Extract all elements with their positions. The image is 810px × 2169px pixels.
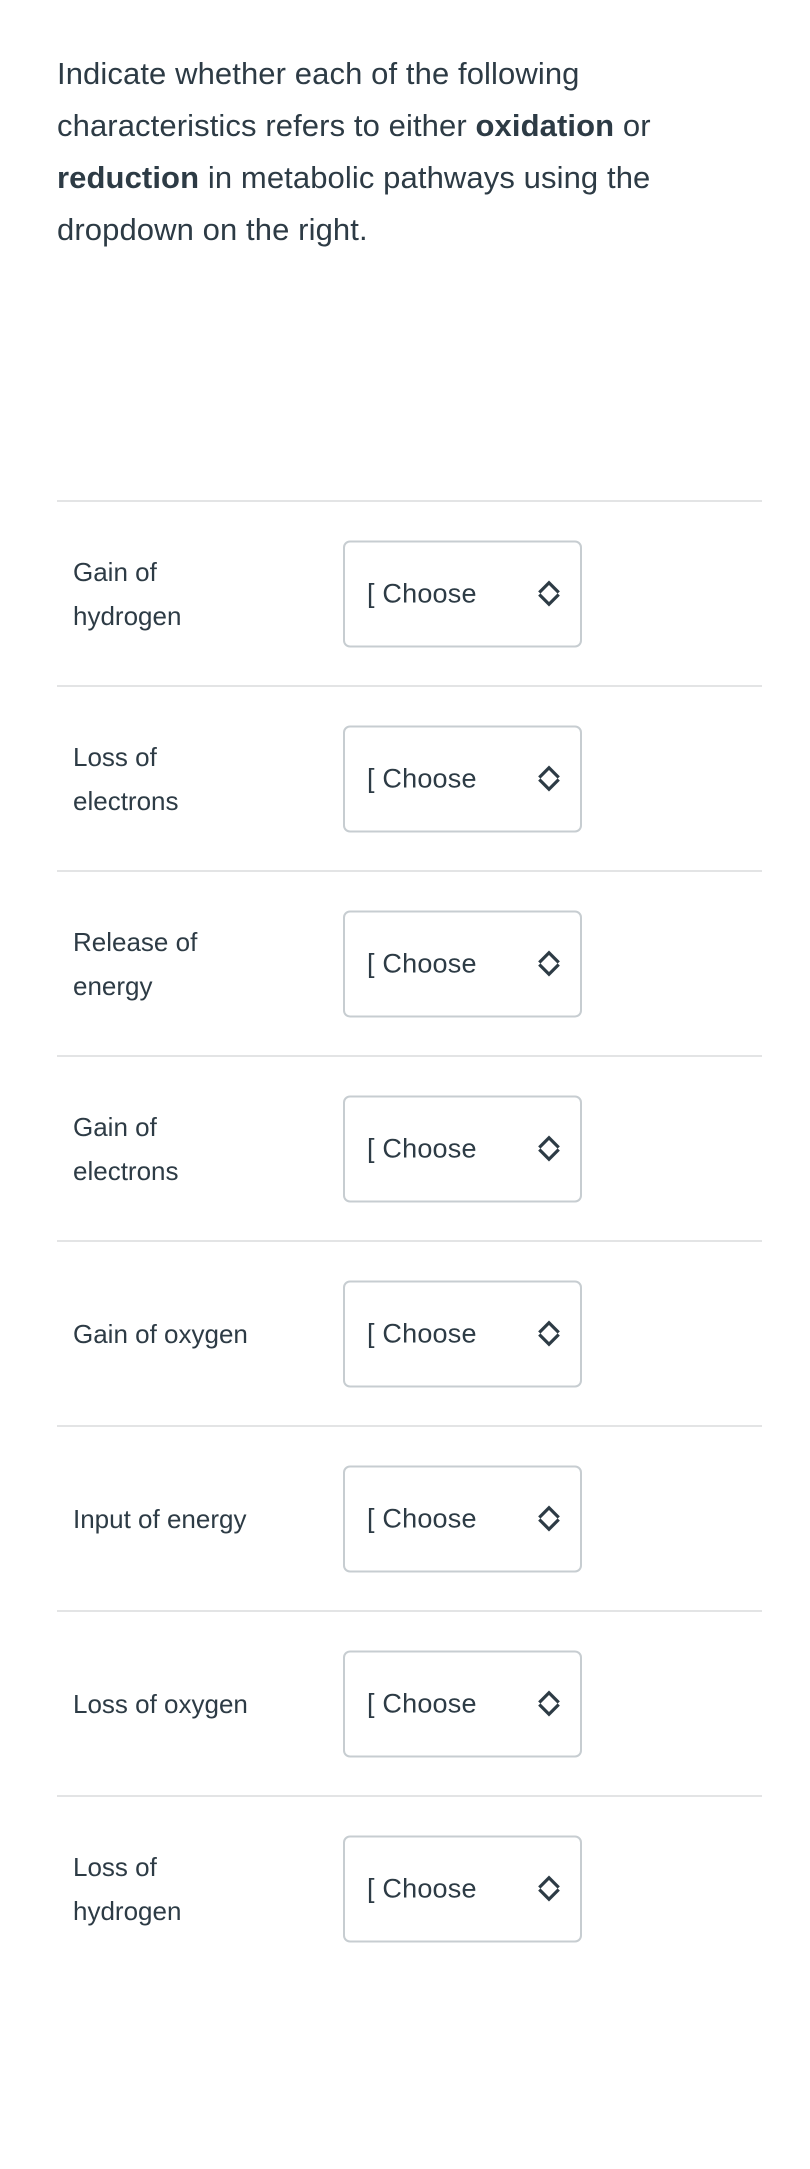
- updown-chevron-icon: [538, 1690, 560, 1717]
- updown-chevron-icon: [538, 1135, 560, 1162]
- table-row: Input of energy [ Choose: [57, 1427, 762, 1610]
- updown-chevron-icon: [538, 765, 560, 792]
- question-prompt: Indicate whether each of the following c…: [57, 48, 762, 256]
- table-row: Gain of electrons [ Choose: [57, 1057, 762, 1240]
- row-label: Gain of hydrogen: [73, 556, 182, 631]
- dropdown-selected-value: [ Choose: [367, 578, 477, 609]
- table-row: Loss of oxygen [ Choose: [57, 1612, 762, 1795]
- prompt-bold-oxidation: oxidation: [475, 108, 615, 143]
- updown-chevron-icon: [538, 1320, 560, 1347]
- row-label: Loss of hydrogen: [73, 1851, 182, 1926]
- dropdown-selected-value: [ Choose: [367, 1503, 477, 1534]
- updown-chevron-icon: [538, 580, 560, 607]
- answer-dropdown[interactable]: [ Choose: [343, 1095, 582, 1202]
- prompt-text-2: or: [614, 108, 651, 143]
- prompt-bold-reduction: reduction: [57, 160, 200, 195]
- dropdown-selected-value: [ Choose: [367, 1133, 477, 1164]
- dropdown-selected-value: [ Choose: [367, 1318, 477, 1349]
- row-label: Loss of oxygen: [73, 1688, 248, 1719]
- row-label: Gain of electrons: [73, 1111, 179, 1186]
- dropdown-selected-value: [ Choose: [367, 763, 477, 794]
- table-row: Release of energy [ Choose: [57, 872, 762, 1055]
- table-row: Loss of hydrogen [ Choose: [57, 1797, 762, 1980]
- row-label: Input of energy: [73, 1503, 247, 1534]
- question-page: Indicate whether each of the following c…: [0, 0, 810, 2169]
- table-row: Gain of oxygen [ Choose: [57, 1242, 762, 1425]
- dropdown-selected-value: [ Choose: [367, 948, 477, 979]
- updown-chevron-icon: [538, 1505, 560, 1532]
- answer-dropdown[interactable]: [ Choose: [343, 1465, 582, 1572]
- table-row: Loss of electrons [ Choose: [57, 687, 762, 870]
- answer-dropdown[interactable]: [ Choose: [343, 1835, 582, 1942]
- row-label: Gain of oxygen: [73, 1318, 248, 1349]
- updown-chevron-icon: [538, 1875, 560, 1902]
- answer-dropdown[interactable]: [ Choose: [343, 1650, 582, 1757]
- dropdown-selected-value: [ Choose: [367, 1873, 477, 1904]
- updown-chevron-icon: [538, 950, 560, 977]
- answer-dropdown[interactable]: [ Choose: [343, 910, 582, 1017]
- dropdown-selected-value: [ Choose: [367, 1688, 477, 1719]
- table-row: Gain of hydrogen [ Choose: [57, 502, 762, 685]
- answer-dropdown[interactable]: [ Choose: [343, 1280, 582, 1387]
- row-label: Release of energy: [73, 926, 198, 1001]
- answer-dropdown[interactable]: [ Choose: [343, 540, 582, 647]
- answer-dropdown[interactable]: [ Choose: [343, 725, 582, 832]
- row-label: Loss of electrons: [73, 741, 179, 816]
- matching-question-list: Gain of hydrogen[ Choose Loss of electron…: [57, 500, 762, 1980]
